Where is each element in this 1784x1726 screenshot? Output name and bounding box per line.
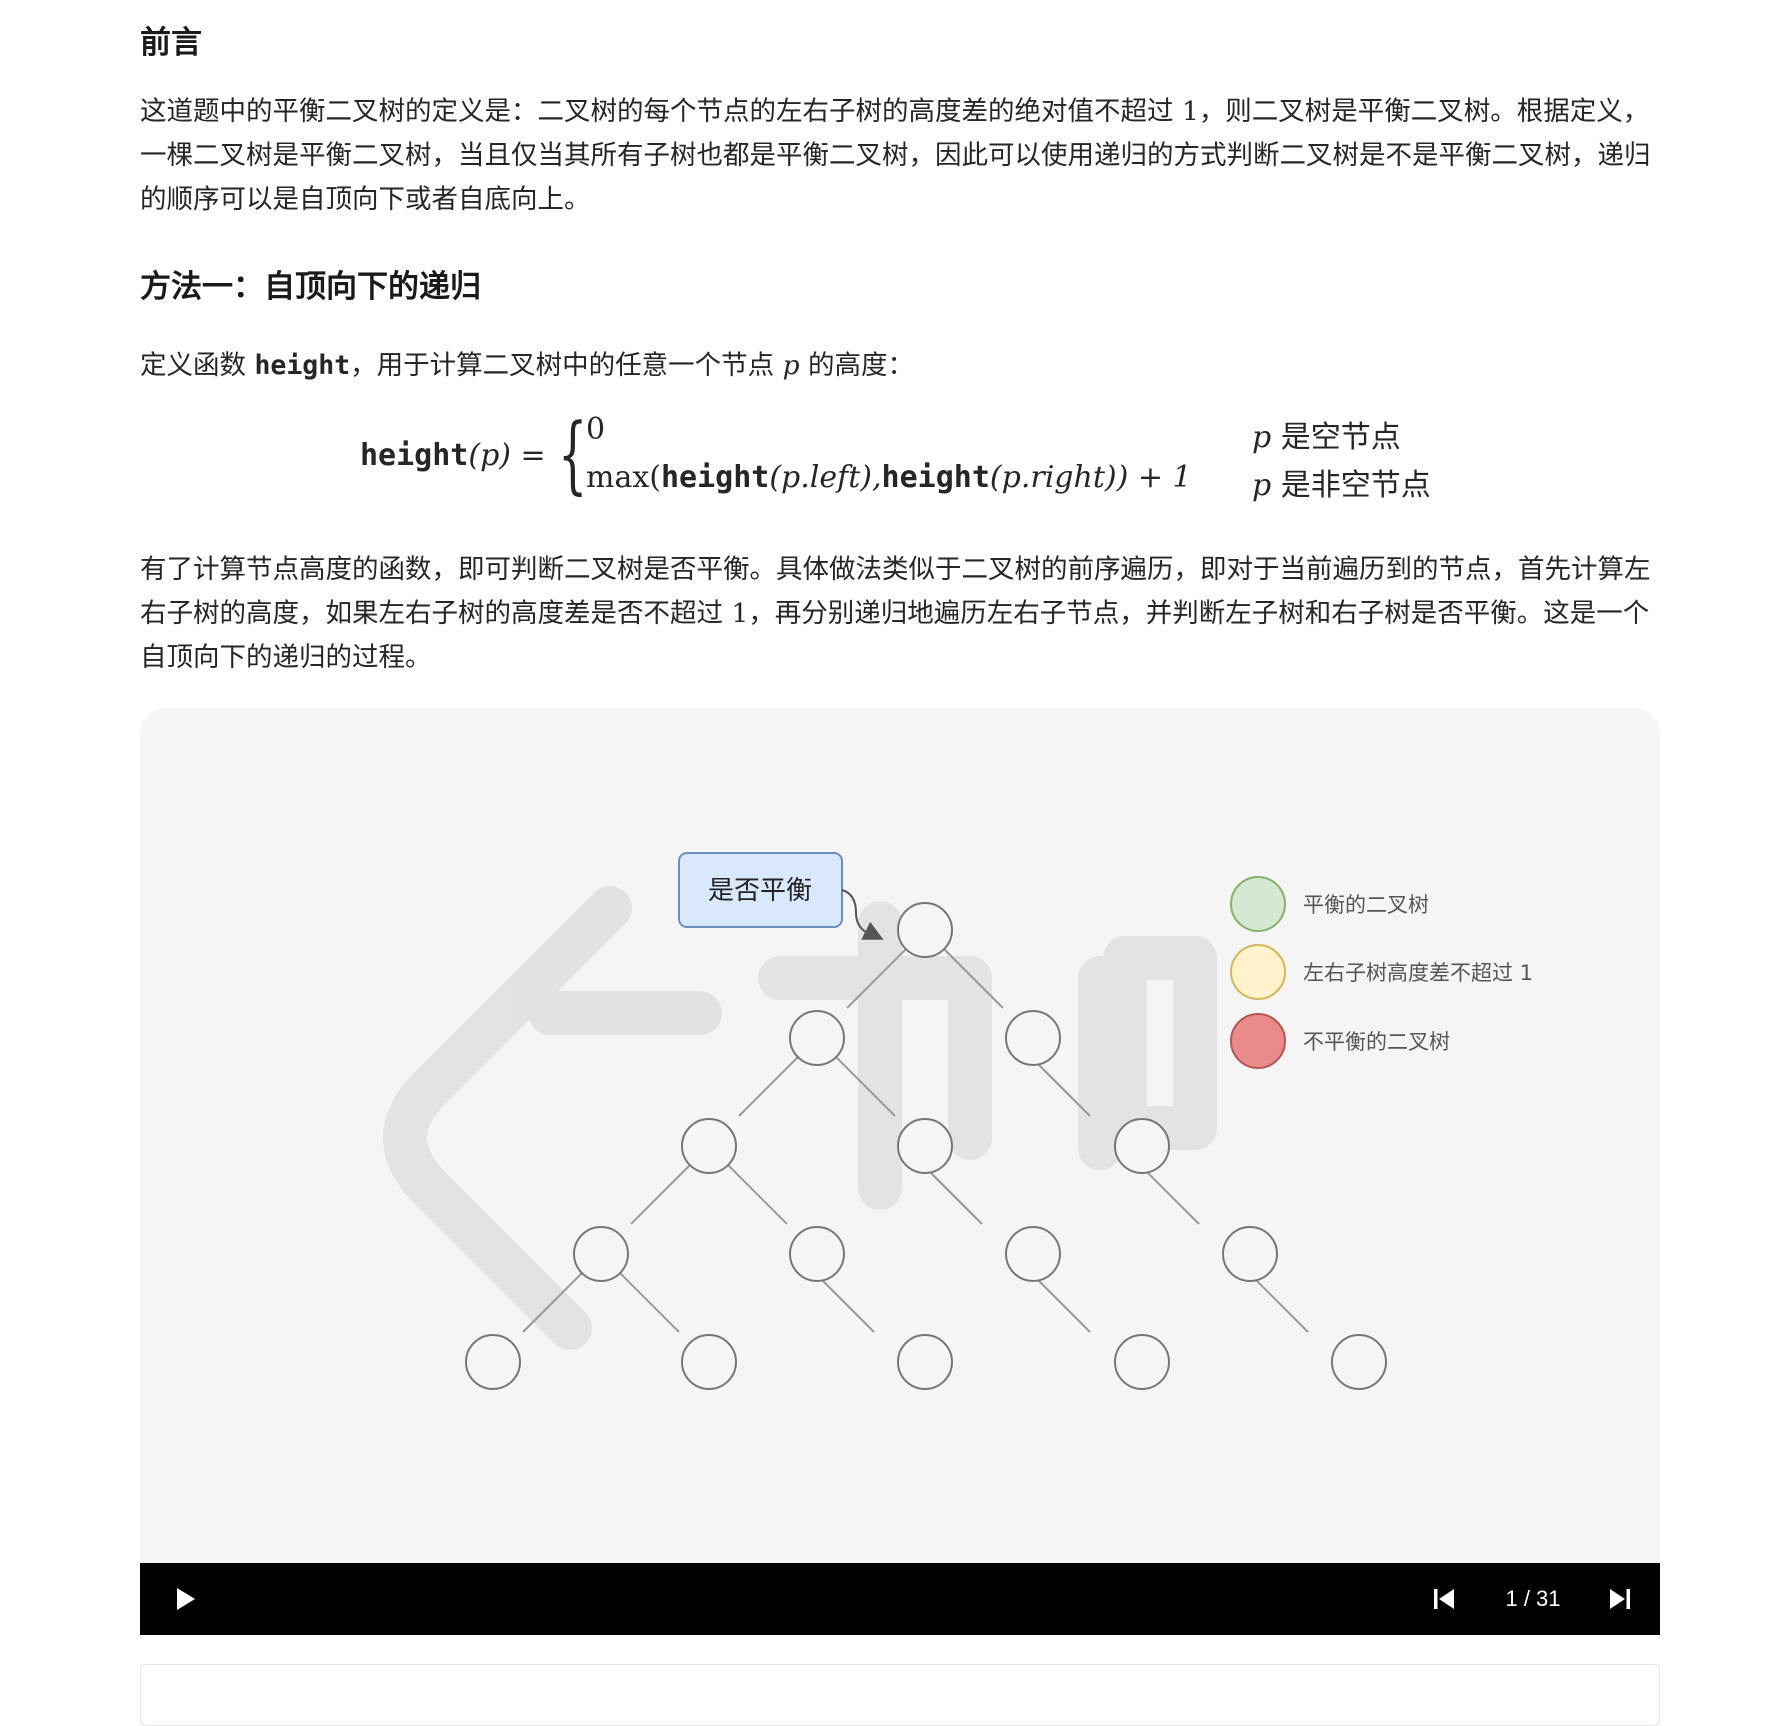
callout-is-balanced: 是否平衡 bbox=[678, 852, 884, 940]
formula-case1-value: 0 bbox=[586, 412, 606, 447]
height-formula: height(p) = { 0 p 是空节点 max(height(p.left… bbox=[140, 404, 1660, 522]
tree-node bbox=[789, 1226, 845, 1282]
heading-method1: 方法一：自顶向下的递归 bbox=[140, 269, 481, 305]
play-icon[interactable] bbox=[168, 1583, 200, 1615]
formula-case2-value: max(height(p.left),height(p.right)) + 1 bbox=[586, 460, 1192, 495]
tree-node bbox=[1005, 1010, 1061, 1066]
legend-swatch-balanced bbox=[1230, 876, 1286, 932]
heading-intro: 前言 bbox=[140, 25, 202, 61]
definition-paragraph: 定义函数 height，用于计算二叉树中的任意一个节点 p 的高度： bbox=[140, 350, 915, 381]
tree-node bbox=[789, 1010, 845, 1066]
tree-node bbox=[1331, 1334, 1387, 1390]
tree-node bbox=[573, 1226, 629, 1282]
animation-frame: 是否平衡 平衡的二叉树 左右子树高度差不超过 1 不平衡的二叉树 bbox=[140, 708, 1660, 1563]
tree-node bbox=[465, 1334, 521, 1390]
tree-node bbox=[1005, 1226, 1061, 1282]
svg-text:平衡的二叉树: 平衡的二叉树 bbox=[1303, 893, 1429, 917]
formula-brace: { bbox=[558, 405, 588, 503]
formula-case2-condition: p 是非空节点 bbox=[1252, 468, 1431, 503]
formula-case1-condition: p 是空节点 bbox=[1252, 420, 1401, 455]
tree-node-root bbox=[897, 902, 953, 958]
inline-code-height: height bbox=[254, 350, 351, 381]
tree-node bbox=[1114, 1118, 1170, 1174]
tree-node bbox=[1222, 1226, 1278, 1282]
legend: 平衡的二叉树 左右子树高度差不超过 1 不平衡的二叉树 bbox=[1230, 876, 1533, 1069]
svg-text:不平衡的二叉树: 不平衡的二叉树 bbox=[1303, 1030, 1450, 1054]
tree-node bbox=[1114, 1334, 1170, 1390]
tree-node bbox=[897, 1334, 953, 1390]
legend-swatch-unbalanced bbox=[1230, 1013, 1286, 1069]
method1-description: 有了计算节点高度的函数，即可判断二叉树是否平衡。具体做法类似于二叉树的前序遍历，… bbox=[140, 554, 1651, 673]
previous-frame-button[interactable] bbox=[1430, 1585, 1458, 1613]
formula-lhs: height(p) = bbox=[360, 438, 546, 473]
tree-node bbox=[897, 1118, 953, 1174]
tree-node bbox=[681, 1118, 737, 1174]
legend-swatch-height-diff bbox=[1230, 944, 1286, 1000]
animation-player-bar: 1 / 31 bbox=[140, 1563, 1660, 1635]
code-language-tabs[interactable] bbox=[140, 1664, 1660, 1726]
svg-text:左右子树高度差不超过 1: 左右子树高度差不超过 1 bbox=[1303, 961, 1533, 985]
frame-counter: 1 / 31 bbox=[1505, 1586, 1561, 1611]
svg-text:是否平衡: 是否平衡 bbox=[708, 876, 812, 906]
next-frame-button[interactable] bbox=[1606, 1585, 1634, 1613]
intro-paragraph: 这道题中的平衡二叉树的定义是：二叉树的每个节点的左右子树的高度差的绝对值不超过 … bbox=[140, 96, 1651, 215]
tree-animation: 是否平衡 平衡的二叉树 左右子树高度差不超过 1 不平衡的二叉树 bbox=[383, 852, 1533, 1390]
tree-node bbox=[681, 1334, 737, 1390]
